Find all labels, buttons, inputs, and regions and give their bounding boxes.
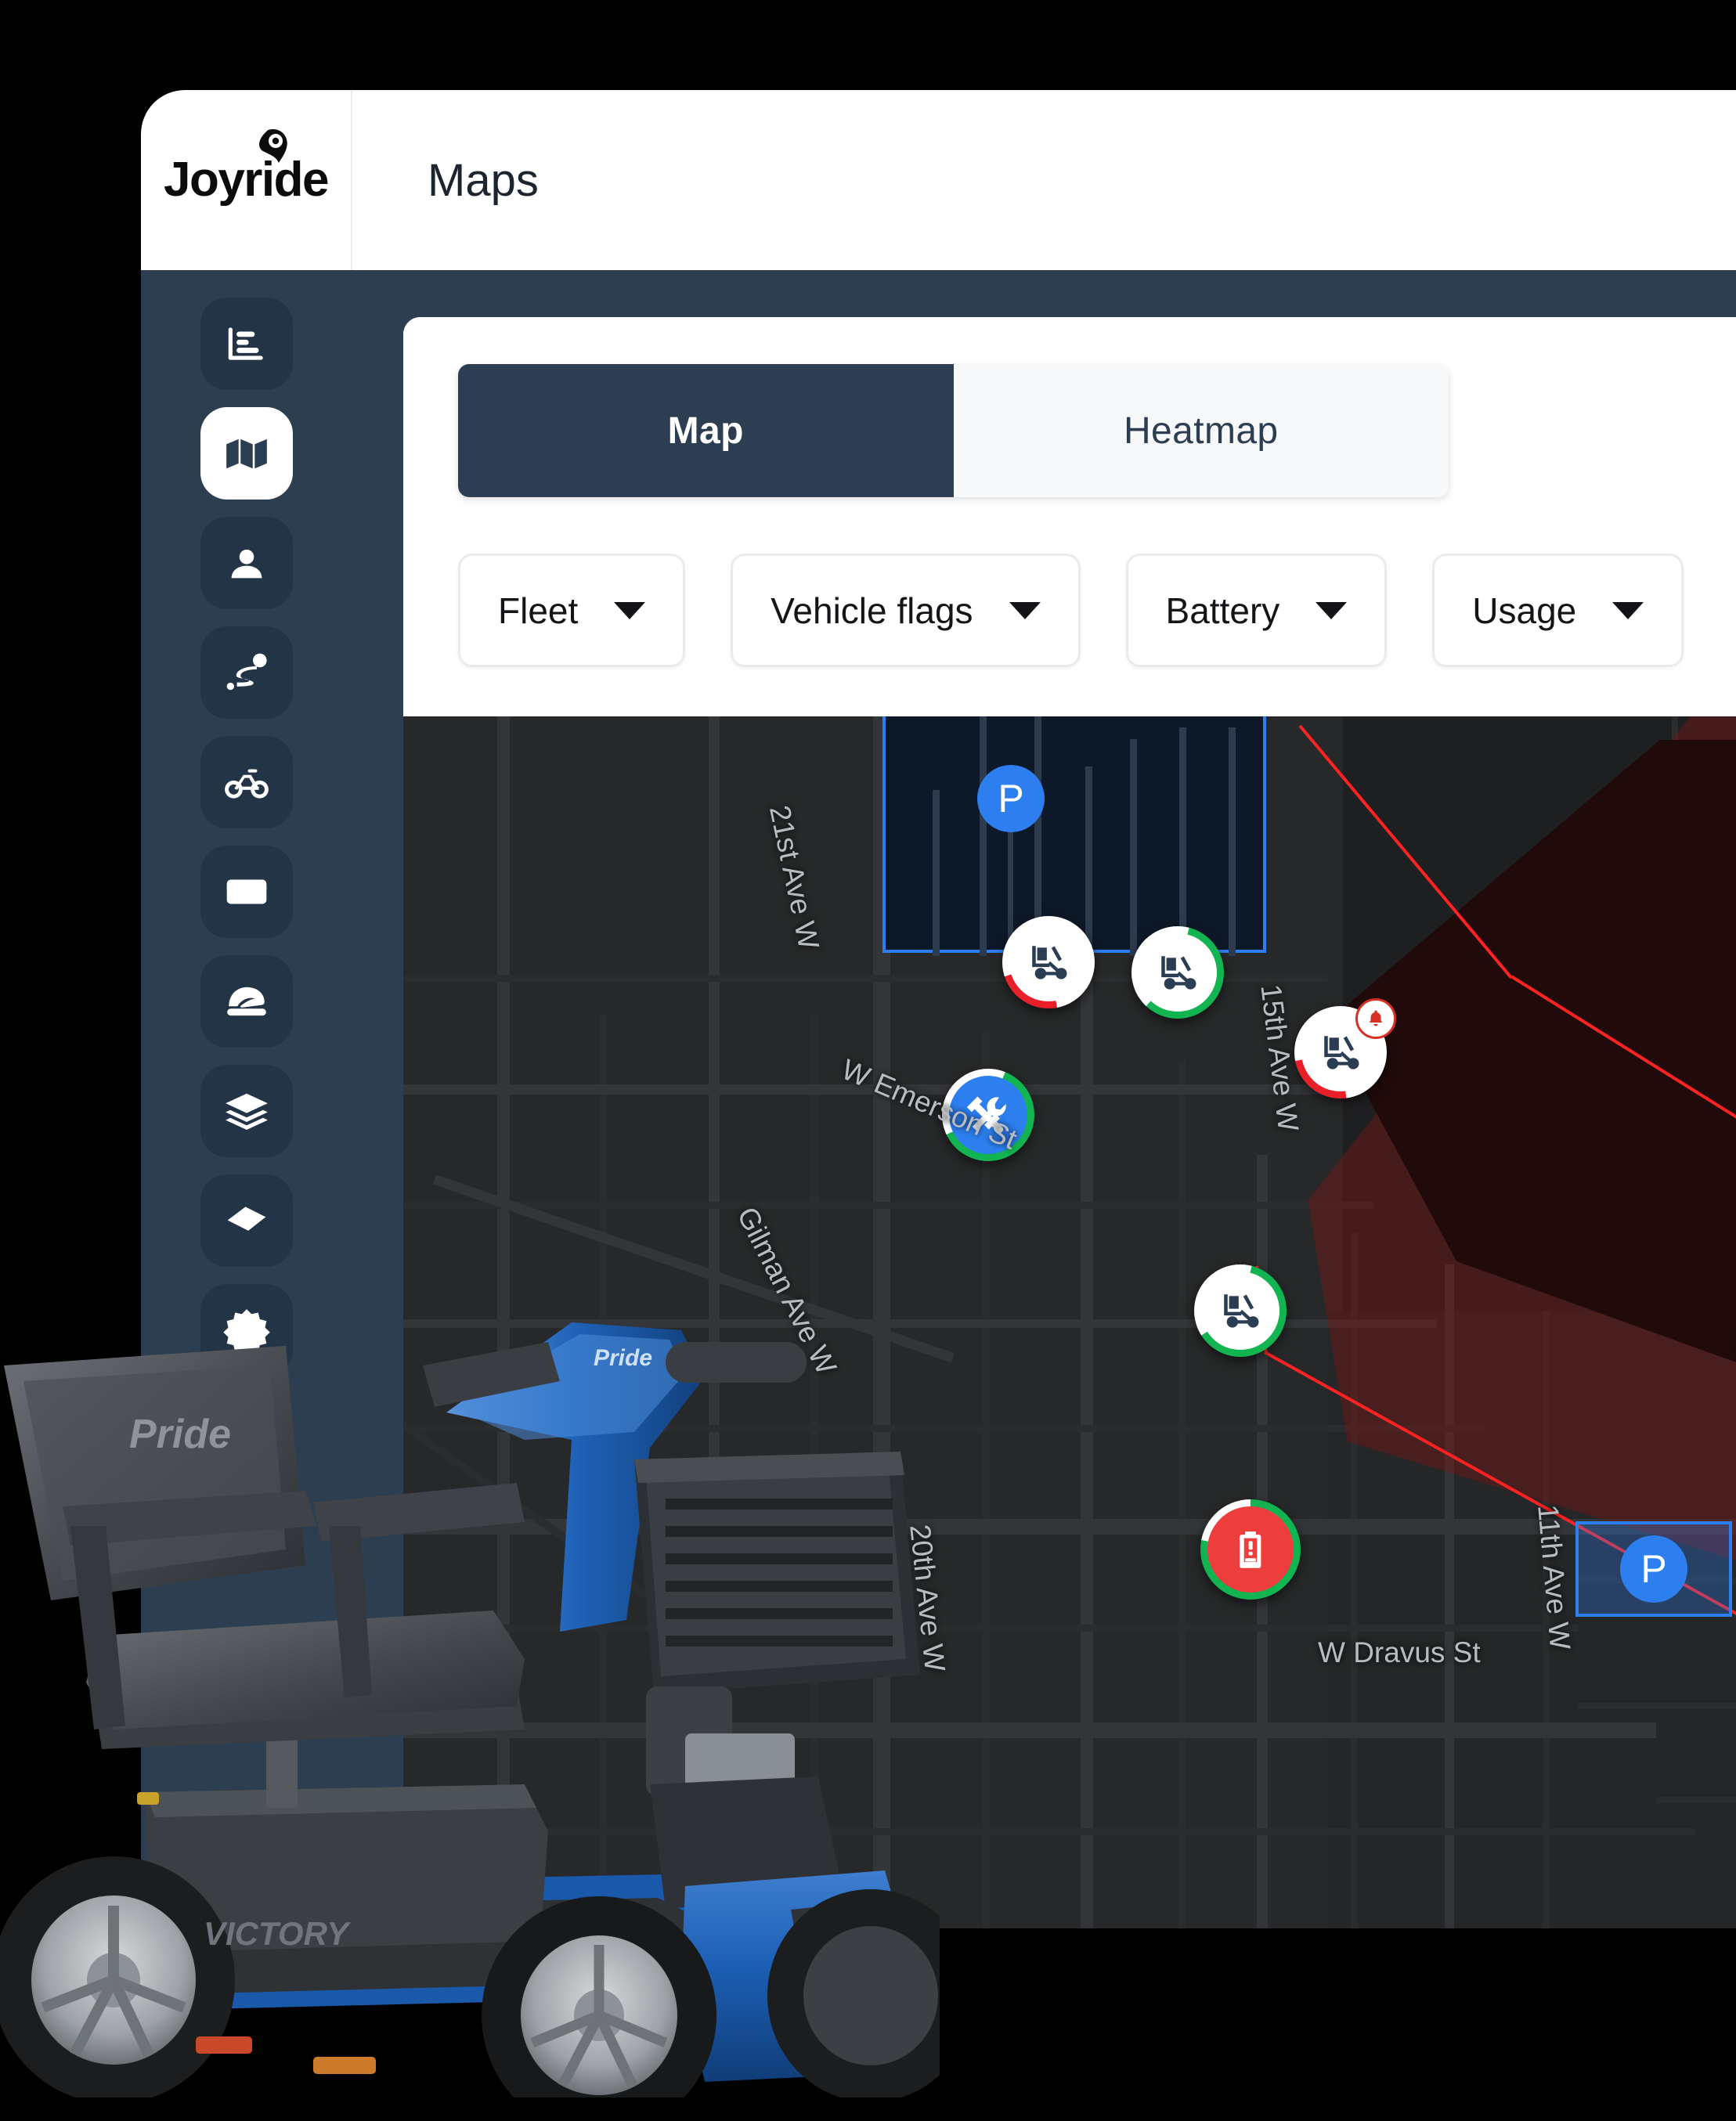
filter-usage[interactable]: Usage	[1432, 554, 1684, 667]
filter-usage-label: Usage	[1472, 590, 1577, 631]
chevron-down-icon	[1612, 601, 1644, 619]
scooter-icon	[1032, 946, 1067, 979]
sidebar-item-operators[interactable]	[200, 955, 293, 1048]
app-window: Joyride Maps Map Heatmap Fleet Vehicle f…	[141, 90, 1736, 1928]
chevron-down-icon	[1009, 601, 1041, 619]
alarm-bell-icon	[1369, 1010, 1383, 1026]
sidebar-item-vehicles[interactable]	[200, 736, 293, 828]
chevron-down-icon	[614, 601, 646, 619]
parking-pin-label: P	[998, 777, 1024, 821]
marker-vehicle-alert[interactable]	[1294, 998, 1396, 1098]
sidebar-item-maps[interactable]	[200, 407, 293, 500]
filter-battery-label: Battery	[1165, 590, 1280, 631]
sidebar-item-users[interactable]	[200, 517, 293, 609]
tag-icon	[227, 1207, 266, 1231]
sidebar-item-promotions[interactable]	[200, 1284, 293, 1376]
filter-battery[interactable]: Battery	[1125, 554, 1388, 667]
filter-vehicle-flags[interactable]: Vehicle flags	[731, 554, 1081, 667]
brand-name: Joyride	[163, 153, 330, 207]
sidebar-item-payments[interactable]	[200, 846, 293, 938]
tab-map-label: Map	[667, 409, 744, 452]
marker-vehicle-red[interactable]	[1002, 916, 1095, 1008]
parking-pin-south[interactable]: P	[1620, 1535, 1687, 1603]
sidebar-item-trips[interactable]	[200, 626, 293, 719]
map-canvas: P P 21st Ave W W Emerson St Gilman Ave W…	[403, 716, 1736, 1928]
parking-pin-north[interactable]: P	[977, 765, 1045, 832]
map-panel: Map Heatmap Fleet Vehicle flags Battery	[403, 317, 1736, 1928]
view-tabs: Map Heatmap	[458, 364, 1449, 497]
chevron-down-icon	[1316, 601, 1348, 619]
map-view[interactable]: P P 21st Ave W W Emerson St Gilman Ave W…	[403, 716, 1736, 1928]
brand-logo[interactable]: Joyride	[141, 90, 352, 270]
sidebar-item-analytics[interactable]	[200, 298, 293, 390]
marker-vehicle-green[interactable]	[1131, 926, 1224, 1019]
filter-fleet[interactable]: Fleet	[458, 554, 686, 667]
route-icon	[226, 653, 267, 691]
tab-heatmap-label: Heatmap	[1123, 409, 1279, 452]
scooter-icon	[1324, 1036, 1359, 1070]
map-icon	[226, 438, 267, 469]
sidebar-rail	[141, 270, 352, 1928]
helmet-icon	[227, 987, 266, 1016]
parking-zone-north[interactable]	[882, 716, 1266, 956]
filter-fleet-label: Fleet	[498, 590, 579, 631]
tab-map[interactable]: Map	[458, 364, 954, 497]
top-bar: Joyride Maps	[141, 90, 1736, 270]
marker-low-battery[interactable]	[1200, 1499, 1301, 1600]
joyride-pin-logo-icon	[259, 129, 287, 163]
tab-heatmap[interactable]: Heatmap	[953, 364, 1449, 497]
marker-vehicle-green-2[interactable]	[1194, 1264, 1287, 1357]
filter-vehicle-flags-label: Vehicle flags	[771, 590, 973, 631]
panel-header: Map Heatmap Fleet Vehicle flags Battery	[403, 317, 1736, 667]
scooter-icon	[1224, 1294, 1259, 1328]
alarm-badge[interactable]	[1355, 998, 1396, 1039]
sidebar-item-layers[interactable]	[200, 1065, 293, 1157]
bar-chart-icon	[228, 327, 263, 360]
bicycle-icon	[225, 769, 269, 799]
sidebar-item-pricing[interactable]	[200, 1174, 293, 1267]
page-title: Maps	[428, 154, 539, 206]
filter-bar: Fleet Vehicle flags Battery Usage	[458, 554, 1736, 667]
user-icon	[231, 549, 262, 579]
layers-icon	[226, 1093, 268, 1131]
parking-pin-label: P	[1640, 1547, 1667, 1591]
card-icon	[226, 879, 267, 904]
street-label-w-dravus-st: W Dravus St	[1318, 1636, 1481, 1668]
page-title-container: Maps	[352, 154, 539, 207]
battery-icon	[1240, 1531, 1261, 1568]
discount-icon	[223, 1309, 270, 1354]
scooter-icon	[1161, 956, 1196, 990]
